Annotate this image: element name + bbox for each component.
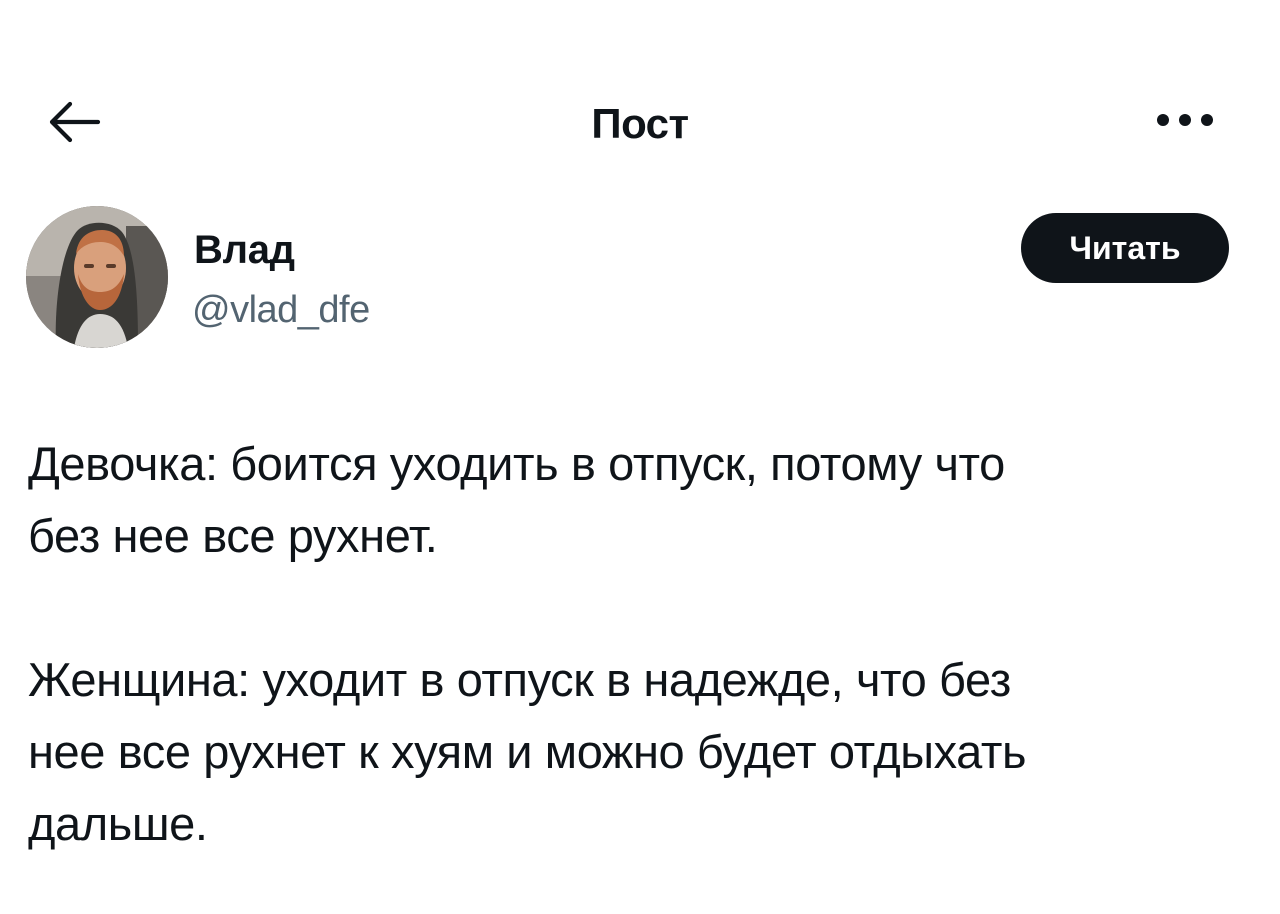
- author-handle[interactable]: @vlad_dfe: [192, 286, 370, 334]
- ellipsis-horizontal-icon: [1155, 112, 1215, 133]
- author-name[interactable]: Влад: [194, 226, 295, 274]
- post-paragraph: Девочка: боится уходить в отпуск, потому…: [28, 437, 1005, 562]
- top-bar: Пост: [0, 0, 1280, 180]
- post-paragraph: Женщина: уходит в отпуск в надежде, что …: [28, 653, 1027, 850]
- more-options-button[interactable]: [1150, 100, 1220, 144]
- post-body: Девочка: боится уходить в отпуск, потому…: [28, 428, 1238, 860]
- page-title: Пост: [591, 100, 689, 147]
- follow-button[interactable]: Читать: [1021, 213, 1229, 283]
- avatar[interactable]: [26, 206, 168, 348]
- post-author: Влад @vlad_dfe Читать: [26, 206, 1254, 351]
